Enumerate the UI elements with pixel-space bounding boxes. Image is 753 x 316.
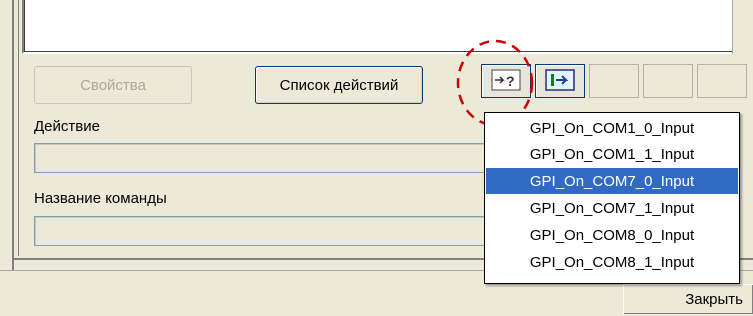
input-dropdown-menu: GPI_On_COM1_0_Input GPI_On_COM1_1_Input … xyxy=(484,112,740,284)
close-button[interactable]: Закрыть xyxy=(623,284,753,314)
action-field[interactable] xyxy=(34,143,486,173)
command-name-label: Название команды xyxy=(34,190,167,207)
properties-button[interactable]: Свойства xyxy=(34,66,192,104)
top-list-area[interactable] xyxy=(22,0,732,54)
toolbar-button-empty-1[interactable] xyxy=(589,64,639,98)
dropdown-item[interactable]: GPI_On_COM1_1_Input xyxy=(486,141,738,167)
dropdown-item[interactable]: GPI_On_COM8_0_Input xyxy=(486,222,738,248)
action-list-button[interactable]: Список действий xyxy=(255,66,423,104)
dropdown-item[interactable]: GPI_On_COM7_1_Input xyxy=(486,195,738,221)
insert-arrow-button[interactable] xyxy=(535,64,585,98)
dropdown-item[interactable]: GPI_On_COM8_1_Input xyxy=(486,249,738,275)
dropdown-item-selected[interactable]: GPI_On_COM7_0_Input xyxy=(486,168,738,194)
toolbar-button-empty-3[interactable] xyxy=(697,64,747,98)
action-label: Действие xyxy=(34,118,100,135)
dropdown-item[interactable]: GPI_On_COM1_0_Input xyxy=(486,115,738,141)
insert-arrow-icon xyxy=(545,68,575,95)
frame-inner-line xyxy=(18,0,19,256)
list-scrollbar[interactable] xyxy=(732,0,753,54)
command-name-field[interactable] xyxy=(34,216,486,246)
toolbar-button-empty-2[interactable] xyxy=(643,64,693,98)
